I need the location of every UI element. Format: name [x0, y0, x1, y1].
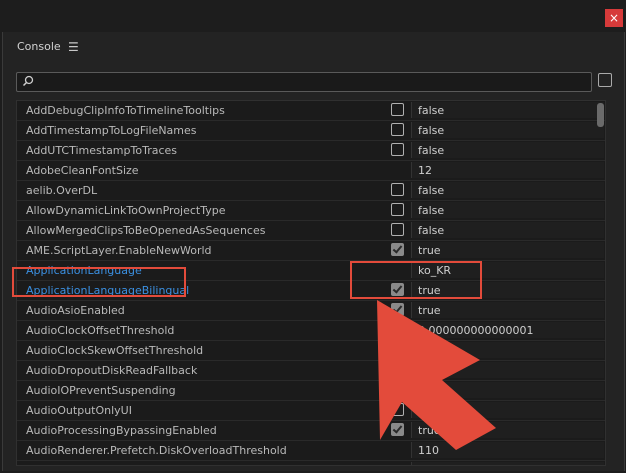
setting-checkbox[interactable] [391, 243, 404, 256]
panel-menu-icon[interactable]: ☰ [68, 40, 79, 54]
table-row[interactable]: AME.ScriptLayer.EnableNewWorld true [17, 241, 605, 261]
highlight-box-value [350, 261, 482, 299]
scrollbar[interactable] [597, 103, 604, 463]
setting-value-field[interactable]: false [411, 222, 604, 238]
scroll-thumb[interactable] [597, 103, 604, 127]
table-row[interactable]: AllowDynamicLinkToOwnProjectType false [17, 201, 605, 221]
setting-value: true [418, 244, 441, 257]
setting-checkbox[interactable] [391, 143, 404, 156]
setting-value: false [418, 224, 445, 237]
setting-name: AudioDropoutDiskReadFallback [26, 364, 198, 377]
setting-value-field[interactable]: 12 [411, 162, 604, 178]
setting-value: 0 [418, 464, 425, 465]
table-row[interactable]: AdobeCleanFontSize 12 [17, 161, 605, 181]
filter-checkbox[interactable] [598, 73, 612, 87]
setting-name: AudioIOPreventSuspending [26, 384, 176, 397]
setting-name: AME.ScriptLayer.EnableNewWorld [26, 244, 212, 257]
setting-value-field[interactable]: true [411, 242, 604, 258]
setting-value-field[interactable]: false [411, 142, 604, 158]
setting-name: AudioRenderer.Prefetch.DiskOverloadThres… [26, 444, 287, 457]
setting-name: AudioClockSkewOffsetThreshold [26, 344, 204, 357]
setting-name: AddDebugClipInfoToTimelineTooltips [26, 104, 225, 117]
table-row[interactable]: AddDebugClipInfoToTimelineTooltips false [17, 101, 605, 121]
setting-value: false [418, 104, 445, 117]
setting-name: AudioAsioEnabled [26, 304, 125, 317]
setting-value-field[interactable]: false [411, 202, 604, 218]
setting-value-field[interactable]: false [411, 102, 604, 118]
setting-name: AllowDynamicLinkToOwnProjectType [26, 204, 226, 217]
setting-name: AdobeCleanFontSize [26, 164, 139, 177]
search-input[interactable] [39, 74, 583, 90]
search-field[interactable] [16, 72, 592, 92]
setting-checkbox[interactable] [391, 123, 404, 136]
setting-name: AddTimestampToLogFileNames [26, 124, 197, 137]
setting-name: AllowMergedClipsToBeOpenedAsSequences [26, 224, 266, 237]
highlight-box-name [12, 267, 186, 297]
title-bar: × [0, 0, 626, 32]
setting-checkbox[interactable] [391, 103, 404, 116]
setting-value: false [418, 204, 445, 217]
setting-checkbox[interactable] [391, 183, 404, 196]
setting-name: AudioProcessingBypassingEnabled [26, 424, 217, 437]
table-row[interactable]: aelib.OverDL false [17, 181, 605, 201]
arrow-annotation-icon [377, 300, 496, 450]
setting-value: false [418, 144, 445, 157]
setting-value-field[interactable]: false [411, 122, 604, 138]
close-button[interactable]: × [605, 9, 623, 27]
panel-header: Console ☰ [3, 32, 624, 60]
setting-value-field[interactable]: 0 [411, 462, 604, 465]
setting-name: AudioOutputOnlyUI [26, 404, 132, 417]
setting-name: AddUTCTimestampToTraces [26, 144, 177, 157]
table-row[interactable]: AudioRenderer.Prefetch.RequestProcessing… [17, 461, 605, 465]
search-icon [22, 75, 34, 87]
setting-value: 12 [418, 164, 432, 177]
setting-name: aelib.OverDL [26, 184, 98, 197]
table-row[interactable]: AddTimestampToLogFileNames false [17, 121, 605, 141]
setting-value: false [418, 124, 445, 137]
setting-checkbox[interactable] [391, 203, 404, 216]
panel-title[interactable]: Console [17, 40, 61, 53]
setting-name: AudioClockOffsetThreshold [26, 324, 175, 337]
setting-value: false [418, 184, 445, 197]
table-row[interactable]: AddUTCTimestampToTraces false [17, 141, 605, 161]
setting-name: AudioRenderer.Prefetch.RequestProcessing… [26, 464, 294, 465]
setting-value-field[interactable]: false [411, 182, 604, 198]
setting-checkbox[interactable] [391, 223, 404, 236]
table-row[interactable]: AllowMergedClipsToBeOpenedAsSequences fal… [17, 221, 605, 241]
